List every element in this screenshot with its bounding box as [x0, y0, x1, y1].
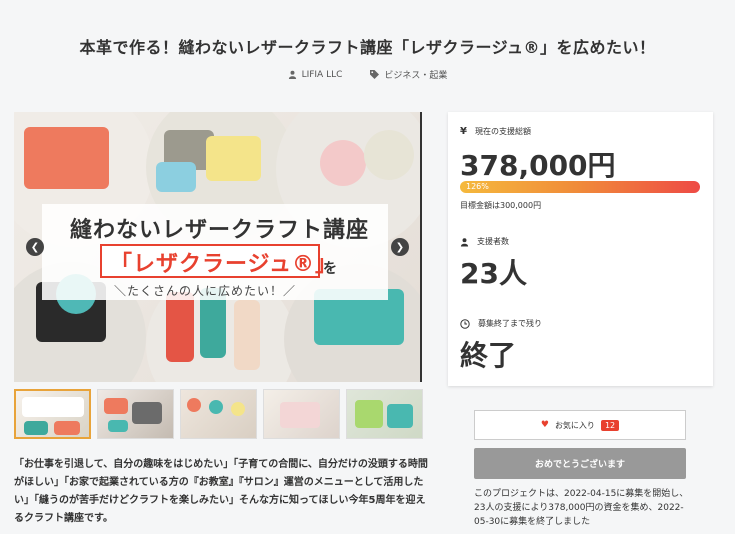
thumbnail-2[interactable]	[97, 389, 174, 439]
funding-amount: 378,000円	[460, 149, 616, 182]
user-icon	[288, 70, 296, 79]
thumbnail-3[interactable]	[180, 389, 257, 439]
next-slide-button[interactable]: ❯	[391, 238, 409, 256]
page-title: 本革で作る！縫わないレザークラフト講座「レザクラージュ®」を広めたい！	[79, 38, 656, 57]
remaining-label: 募集終了まで残り	[478, 319, 542, 328]
favorite-label: お気に入り	[554, 420, 595, 430]
hero-edge	[420, 112, 422, 382]
supporters-label-row: 支援者数	[460, 236, 509, 247]
stats-panel: ¥ 現在の支援総額 378,000円 126% 目標金額は300,000円 支援…	[448, 112, 713, 386]
tag-icon	[370, 70, 380, 79]
project-meta: LIFIA LLC ビジネス・起業	[0, 68, 735, 81]
goal-text: 目標金額は300,000円	[460, 201, 542, 210]
hero-brand-name: 「レザクラージュ®」	[110, 252, 339, 277]
congrats-button[interactable]: おめでとうございます	[474, 448, 686, 479]
funding-label: 現在の支援総額	[474, 127, 531, 136]
supporters-count: 23人	[460, 257, 527, 290]
prev-slide-button[interactable]: ❮	[26, 238, 44, 256]
hero-tagline: ＼たくさんの人に広めたい！／	[114, 284, 297, 298]
funding-label-row: ¥ 現在の支援総額	[460, 126, 531, 137]
thumbnail-1[interactable]	[14, 389, 91, 439]
hero-headline: 縫わないレザークラフト講座	[70, 218, 370, 243]
progress-bar: 126%	[460, 181, 700, 193]
category-link[interactable]: ビジネス・起業	[370, 68, 447, 81]
person-icon	[460, 237, 469, 246]
heart-icon: ♥	[540, 420, 549, 430]
thumbnail-strip	[14, 389, 423, 439]
supporters-label: 支援者数	[477, 237, 509, 246]
hero-image[interactable]: 縫わないレザークラフト講座 「レザクラージュ®」 を ＼たくさんの人に広めたい！…	[14, 112, 420, 382]
category-name: ビジネス・起業	[384, 71, 448, 81]
project-end-note: このプロジェクトは、2022-04-15に募集を開始し、23人の支援により378…	[474, 489, 689, 527]
remaining-value: 終了	[460, 339, 517, 372]
yen-icon: ¥	[460, 126, 467, 137]
owner-name: LIFIA LLC	[301, 69, 343, 80]
favorite-count-badge: 12	[600, 419, 620, 431]
thumbnail-5[interactable]	[346, 389, 423, 439]
clock-icon	[460, 318, 470, 329]
chevron-left-icon: ❮	[30, 241, 40, 253]
favorite-button[interactable]: ♥ お気に入り 12	[474, 410, 686, 440]
hero-brand-suffix: を	[323, 261, 337, 277]
thumbnail-4[interactable]	[263, 389, 340, 439]
project-description: 「お仕事を引退して、自分の趣味をはじめたい」「子育ての合間に、自分だけの没頭する…	[14, 459, 428, 524]
chevron-right-icon: ❯	[395, 241, 405, 253]
remaining-label-row: 募集終了まで残り	[460, 318, 542, 329]
owner-link[interactable]: LIFIA LLC	[288, 68, 343, 81]
progress-text: 126%	[466, 182, 489, 191]
